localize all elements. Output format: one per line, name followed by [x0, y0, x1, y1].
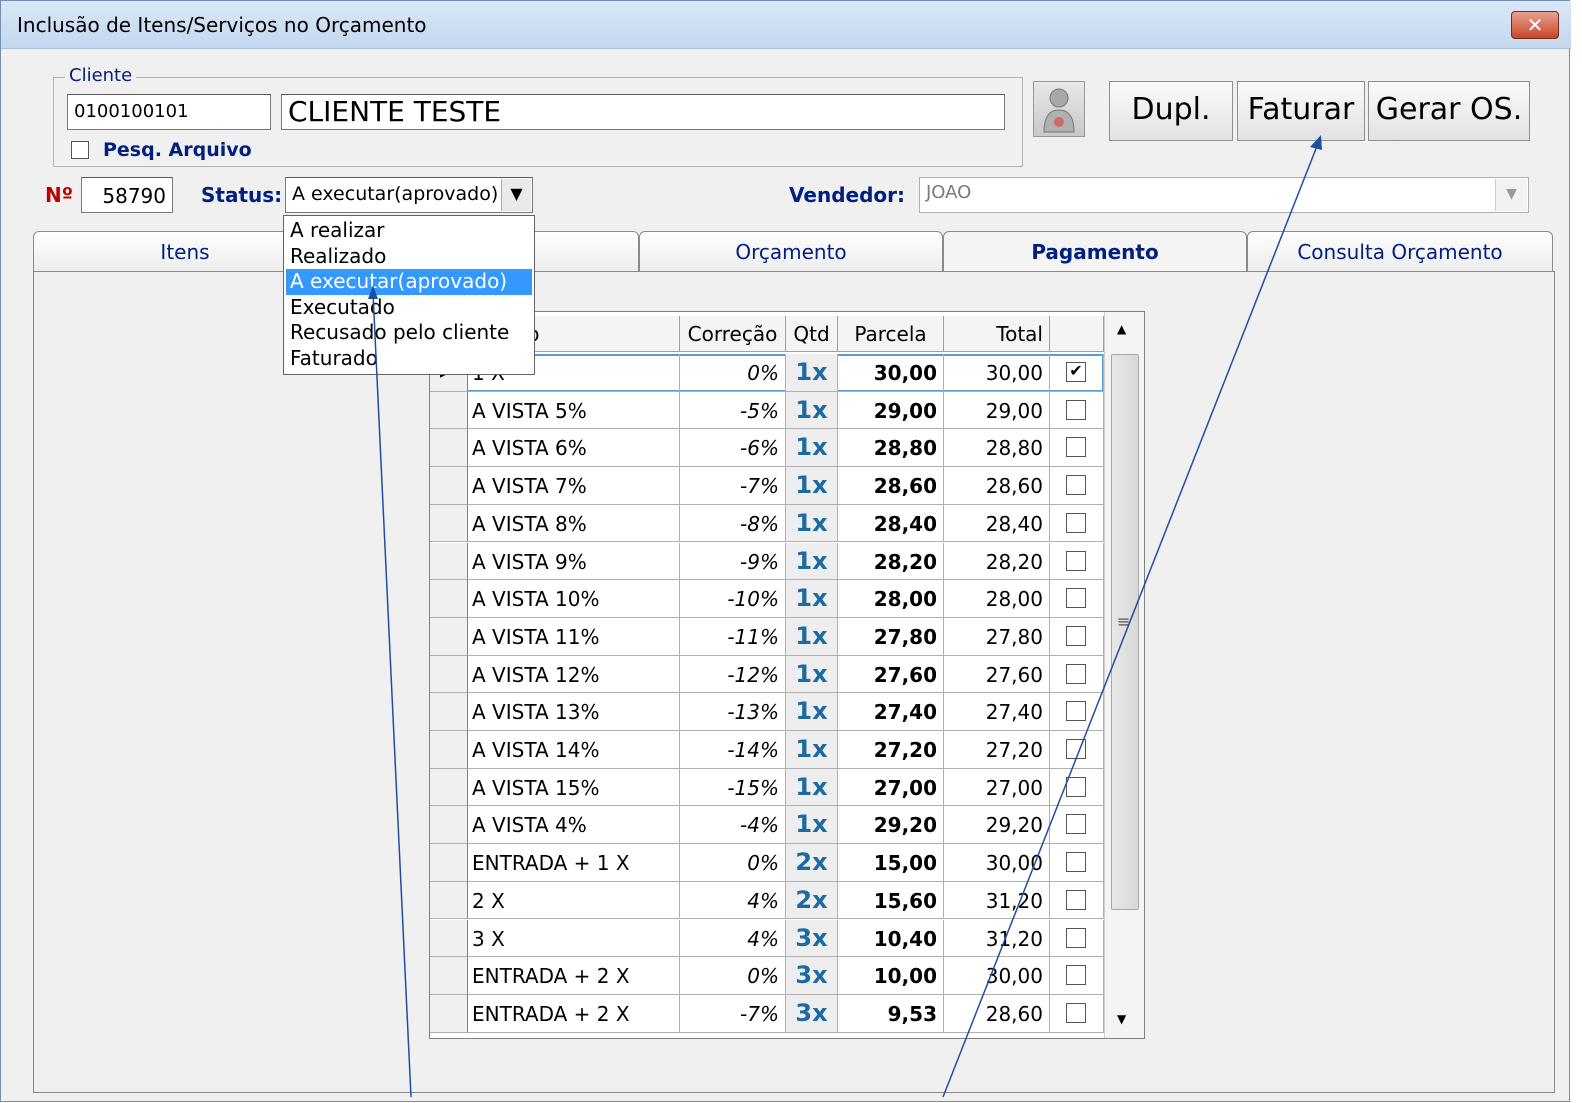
annotation-arrows — [368, 135, 1322, 1098]
arrowhead-icon — [368, 285, 378, 299]
annotation-line-status — [372, 292, 412, 1098]
annotation-line-faturar — [942, 140, 1320, 1098]
dialog-window: Inclusão de Itens/Serviços no Orçamento … — [0, 0, 1571, 1102]
arrowhead-icon — [1310, 135, 1322, 150]
